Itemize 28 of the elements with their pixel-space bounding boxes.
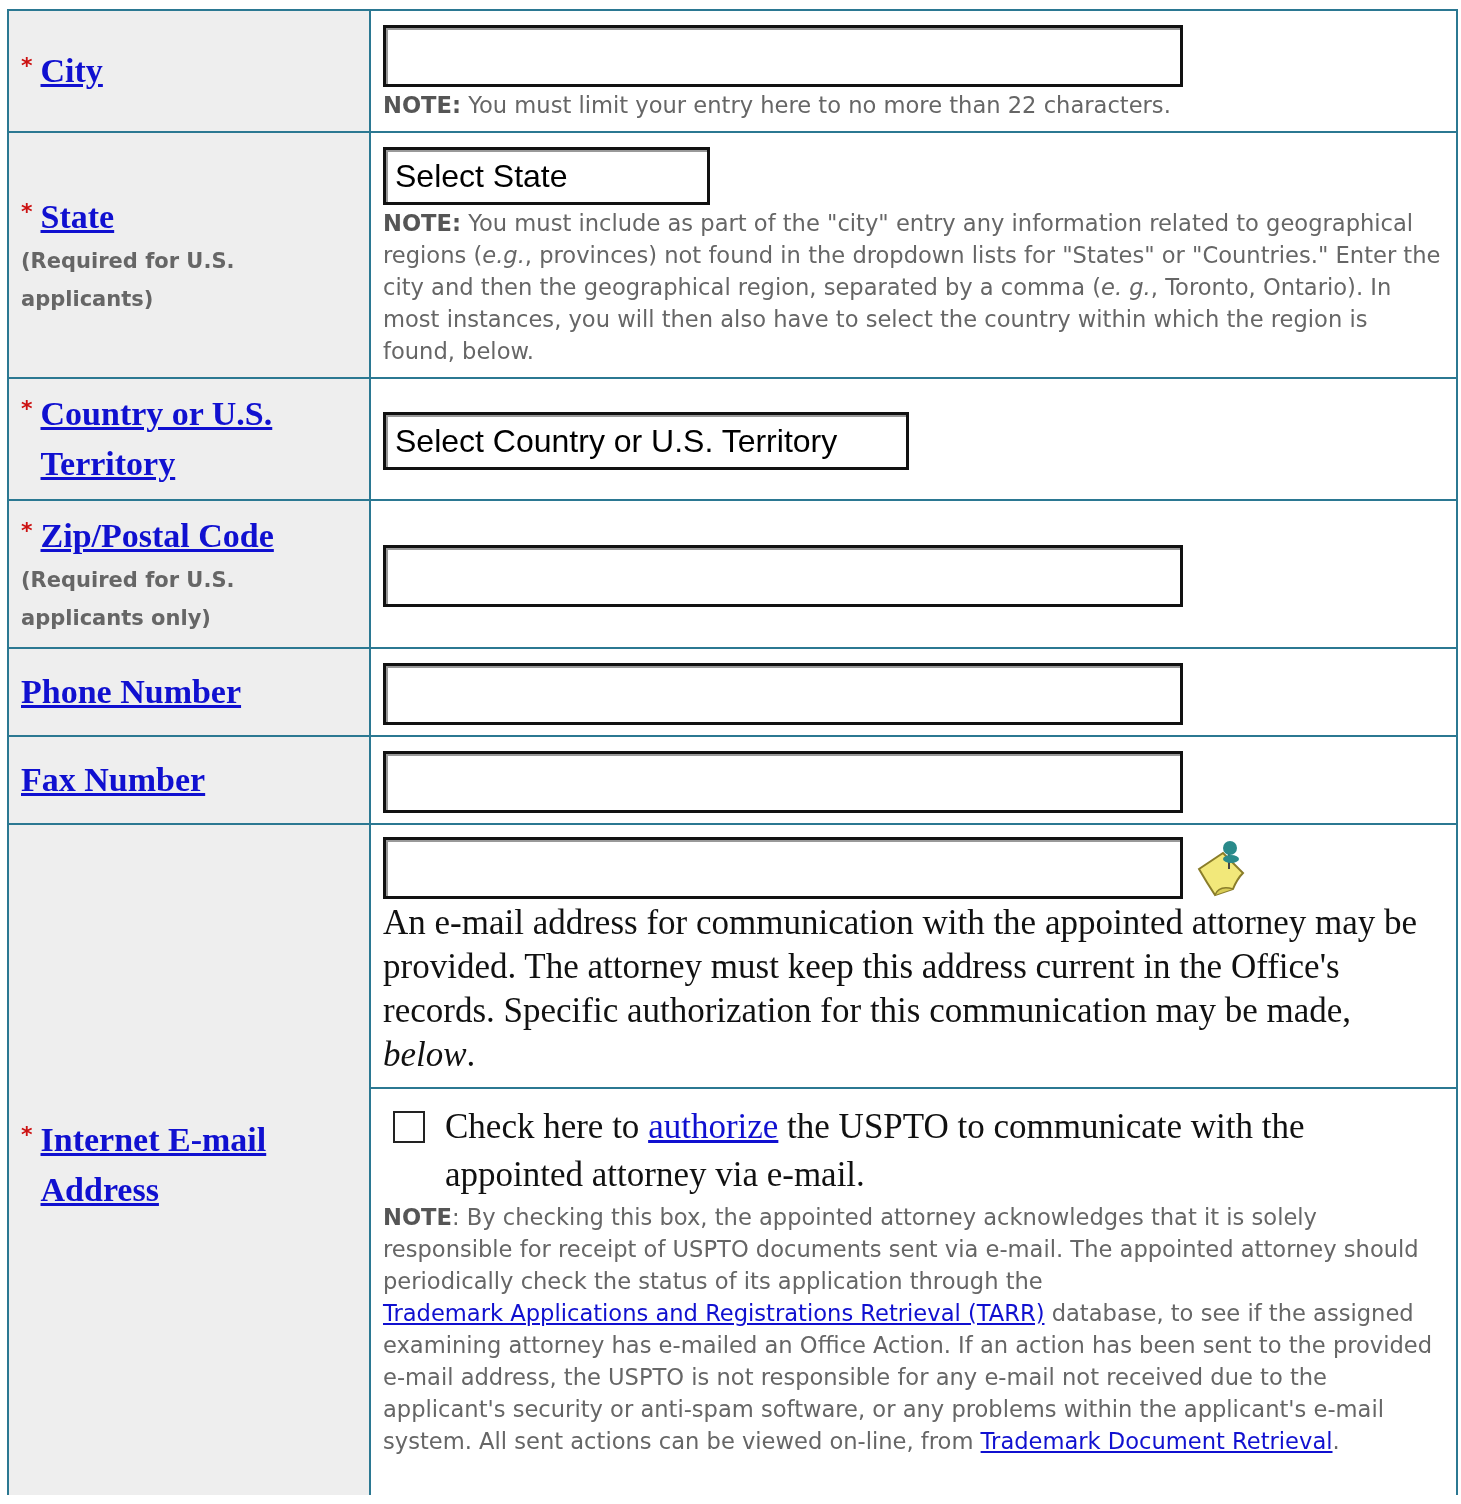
dropdown[interactable]: Select Country or U.S. Territory [383,412,909,470]
note-text: NOTE: You must include as part of the "city" entry any information related to geographical regions (e.g., provinces) not found in the dropdown lists for "States" or "Countries." Enter the city and then the geographical region, separated by a comma (e. g., Toronto, Ontario). In most instances, you will then also have to select the country within which the region is found, below. [383,209,1442,366]
link[interactable]: Trademark Document Retrieval [980,1428,1333,1454]
field-label-link[interactable]: City [40,46,103,96]
required-marker: * [21,517,33,545]
field-hint: (Required for U.S. applicants only) [21,567,236,632]
field-label-link[interactable]: Internet E-mail Address [40,1115,357,1215]
input-field[interactable] [383,663,1183,725]
link[interactable]: authorize [648,1107,779,1146]
field-label-link[interactable]: Zip/Postal Code [40,511,274,561]
input-field[interactable] [383,25,1183,87]
link[interactable]: Trademark Applications and Registrations Retrieval (TARR) [383,1300,1045,1326]
required-marker: * [21,1121,33,1149]
dropdown[interactable]: Select State [383,147,710,205]
required-marker: * [21,395,33,423]
help-text: An e-mail address for communication with the appointed attorney may be provided. The attorney must keep this address current in the Office's records. Specific authorization for this communication may be made, below. [383,902,1419,1076]
required-marker: * [21,198,33,226]
note-text: NOTE: By checking this box, the appointed attorney acknowledges that it is solely responsible for receipt of USPTO documents sent via e-mail. The appointed attorney should periodically check the status of its application through the Trademark Applications and Registrations Retrieval (TARR) database, to see if the assigned examining attorney has e-mailed an Office Action. If an action has been sent to the provided e-mail address, the USPTO is not responsible for any e-mail not received due to the applicant's security or anti-spam software, or any problems within the applicant's e-mail system. All sent actions can be viewed on-line, from Trademark Document Retrieval. [383,1203,1434,1456]
authorization-text: Check here to authorize the USPTO to communicate with the appointed attorney via e-mail. [445,1106,1306,1196]
note-text: NOTE: You must limit your entry here to no more than 22 characters. [383,91,1172,120]
input-field[interactable] [383,751,1183,813]
field-label-link[interactable]: State [40,192,115,242]
required-marker: * [21,52,33,80]
input-field[interactable] [383,545,1183,607]
field-hint: (Required for U.S. applicants) [21,248,236,313]
authorize-checkbox[interactable] [393,1111,425,1143]
input-field[interactable] [383,837,1183,899]
field-label-link[interactable]: Country or U.S. Territory [40,389,357,489]
